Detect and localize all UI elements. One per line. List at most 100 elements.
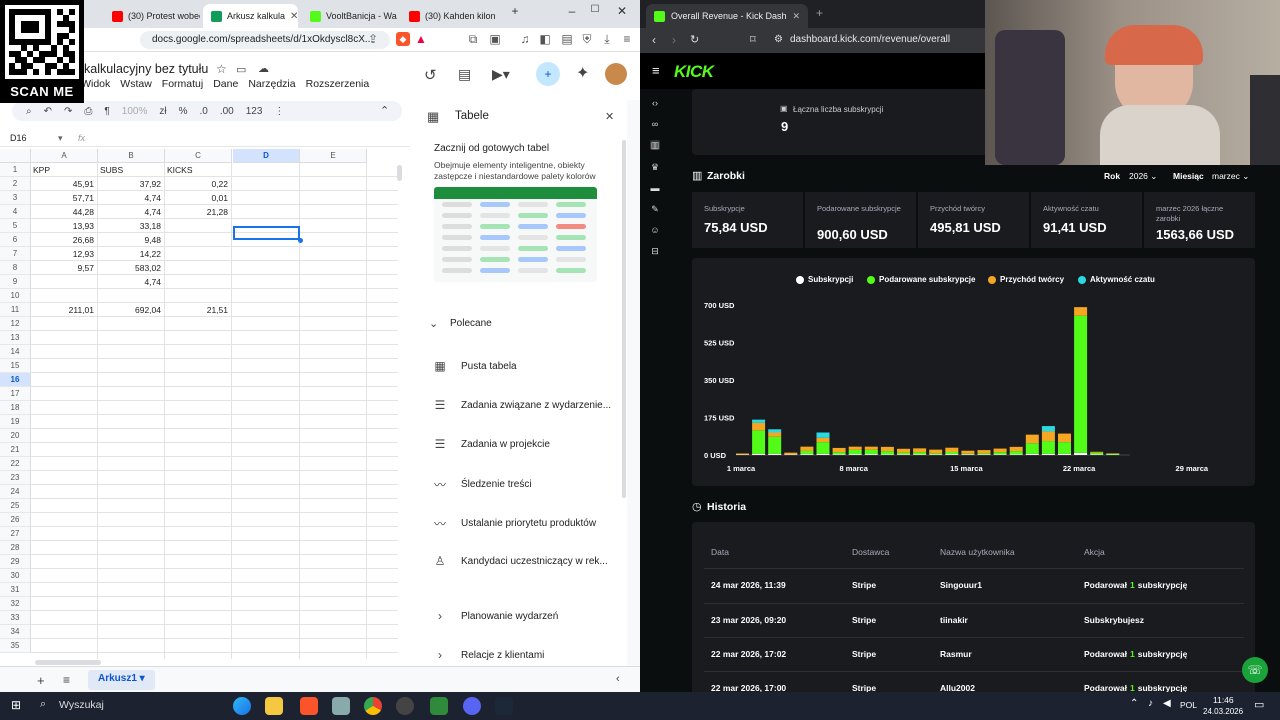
start-icon[interactable]: ⊞ xyxy=(11,698,21,712)
notifications-icon[interactable]: ▭ xyxy=(1254,698,1264,711)
language-indicator[interactable]: POL xyxy=(1180,700,1197,710)
number-format-button[interactable]: 123 xyxy=(246,106,263,117)
chart-bar-segment[interactable] xyxy=(961,454,975,455)
recommended-label[interactable]: Polecane xyxy=(450,318,492,329)
browser-tab[interactable]: Arkusz kalkula ✕ xyxy=(203,4,298,28)
chart-bar-segment[interactable] xyxy=(1041,426,1055,432)
chart-bar-segment[interactable] xyxy=(784,454,798,455)
chart-bar-segment[interactable] xyxy=(961,450,975,454)
row-header[interactable]: 27 xyxy=(0,527,31,541)
browser-tab[interactable]: (30) Protest wobec✕ xyxy=(104,4,200,28)
meet-icon[interactable]: ▶▾ xyxy=(492,66,510,83)
spreadsheet-grid[interactable]: A B C D E 1 2 3 4 5 6 7 8 9 10 11 12 13 14 15 16 17 18 19 20 21 22… xyxy=(0,149,398,659)
menu-item[interactable]: Dane xyxy=(213,78,238,90)
chart-bar-segment[interactable] xyxy=(1041,431,1055,442)
chart-bar-segment[interactable] xyxy=(993,452,1007,455)
chart-bar-segment[interactable] xyxy=(752,419,766,423)
chart-bar-segment[interactable] xyxy=(1090,454,1104,455)
chart-bar-segment[interactable] xyxy=(832,454,846,455)
row-header[interactable]: 33 xyxy=(0,611,31,625)
chart-bar-segment[interactable] xyxy=(1009,454,1023,455)
chart-bar-segment[interactable] xyxy=(897,448,910,453)
selected-cell[interactable] xyxy=(233,226,300,240)
chart-bar-segment[interactable] xyxy=(945,447,959,452)
sheet-cell[interactable]: 57,71 xyxy=(33,191,97,205)
chart-bar-segment[interactable] xyxy=(880,451,894,455)
sheet-cell[interactable]: 26,68 xyxy=(33,233,97,247)
share-icon[interactable]: ⇪ xyxy=(366,32,380,46)
chart-bar-segment[interactable] xyxy=(816,437,830,443)
sheet-cell[interactable]: 9,48 xyxy=(100,233,164,247)
sidebar-icon[interactable]: ◧ xyxy=(538,32,552,46)
chart-bar-segment[interactable] xyxy=(1058,453,1071,455)
row-header[interactable]: 25 xyxy=(0,499,31,513)
fill-handle[interactable] xyxy=(298,238,303,243)
sheet-cell[interactable]: KICKS xyxy=(167,163,231,177)
chart-bar-segment[interactable] xyxy=(848,446,862,450)
shield-icon[interactable]: ⛨ xyxy=(580,32,594,46)
zoom-select[interactable]: 100% xyxy=(122,106,148,117)
percent-button[interactable]: % xyxy=(179,106,188,117)
sheet-cell[interactable]: KPP xyxy=(33,163,97,177)
row-header[interactable]: 17 xyxy=(0,387,31,401)
chart-bar-segment[interactable] xyxy=(816,442,830,454)
sheet-cell[interactable]: 4,74 xyxy=(100,275,164,289)
tray-chevron-icon[interactable]: ⌃ xyxy=(1130,698,1138,709)
sheet-cell[interactable]: 33,18 xyxy=(100,219,164,233)
maximize-button[interactable]: ☐ xyxy=(583,4,607,15)
chart-bar-segment[interactable] xyxy=(1106,453,1120,455)
row-header[interactable]: 4 xyxy=(0,205,31,219)
menu-item[interactable]: Widok xyxy=(81,78,110,90)
print-icon[interactable]: ⎙ xyxy=(84,106,92,117)
sheet-cell[interactable]: 0,22 xyxy=(167,177,231,191)
sheet-cell[interactable]: 21,51 xyxy=(167,303,231,317)
section-customer-relations[interactable]: › Relacje z klientami xyxy=(433,648,544,662)
file-explorer-icon[interactable] xyxy=(265,697,283,715)
row-header[interactable]: 1 xyxy=(0,163,31,177)
row-header[interactable]: 5 xyxy=(0,219,31,233)
brave-icon[interactable]: ◆ xyxy=(396,32,410,46)
row-header[interactable]: 32 xyxy=(0,597,31,611)
menu-item[interactable]: Formatuj xyxy=(162,78,203,90)
chart-bar-segment[interactable] xyxy=(832,452,846,455)
chart-bar-segment[interactable] xyxy=(1025,443,1039,454)
chart-bar-segment[interactable] xyxy=(929,453,943,455)
chart-bar-segment[interactable] xyxy=(800,454,814,455)
share-user-icon[interactable]: + xyxy=(536,62,560,86)
music-icon[interactable]: ♫ xyxy=(518,32,532,46)
template-preview[interactable] xyxy=(434,187,597,282)
app-icon[interactable] xyxy=(332,697,350,715)
chart-bar-segment[interactable] xyxy=(752,453,766,455)
chart-bar-segment[interactable] xyxy=(913,448,927,453)
sheet-cell[interactable]: 14,22 xyxy=(100,247,164,261)
row-header[interactable]: 7 xyxy=(0,247,31,261)
search-icon[interactable]: ⌕ xyxy=(40,698,46,711)
close-window-button[interactable]: ✕ xyxy=(610,4,634,18)
increase-decimal-button[interactable]: .00 xyxy=(220,106,234,117)
chart-bar-segment[interactable] xyxy=(913,454,927,455)
new-tab-button[interactable]: + xyxy=(503,4,527,18)
row-header[interactable]: 19 xyxy=(0,415,31,429)
chart-bar-segment[interactable] xyxy=(880,446,894,452)
sheet-cell[interactable]: 45,91 xyxy=(33,177,97,191)
column-header[interactable]: B xyxy=(98,149,165,163)
chart-bar-segment[interactable] xyxy=(768,436,782,454)
minimize-button[interactable]: – xyxy=(560,4,584,18)
gemini-icon[interactable]: ✦ xyxy=(576,63,589,83)
sheet-cell[interactable]: 211,01 xyxy=(33,303,97,317)
sheet-cell[interactable]: 4,74 xyxy=(100,205,164,219)
row-header[interactable]: 30 xyxy=(0,569,31,583)
chart-bar-segment[interactable] xyxy=(897,454,910,455)
chart-bar-segment[interactable] xyxy=(945,454,959,455)
chart-bar-segment[interactable] xyxy=(1090,451,1104,453)
chart-bar-segment[interactable] xyxy=(929,454,943,455)
comments-icon[interactable]: ▤ xyxy=(458,66,471,83)
row-header[interactable]: 16 xyxy=(0,373,31,387)
column-header[interactable]: E xyxy=(300,149,367,163)
row-header[interactable]: 12 xyxy=(0,317,31,331)
doc-title[interactable]: kalkulacyjny bez tytułu xyxy=(84,62,208,76)
sheet-cell[interactable]: 583,02 xyxy=(100,261,164,275)
chart-bar-segment[interactable] xyxy=(752,430,766,454)
sheet-cell[interactable]: 44,28 xyxy=(33,205,97,219)
table-template-item[interactable]: 〰 Śledzenie treści xyxy=(433,476,532,493)
